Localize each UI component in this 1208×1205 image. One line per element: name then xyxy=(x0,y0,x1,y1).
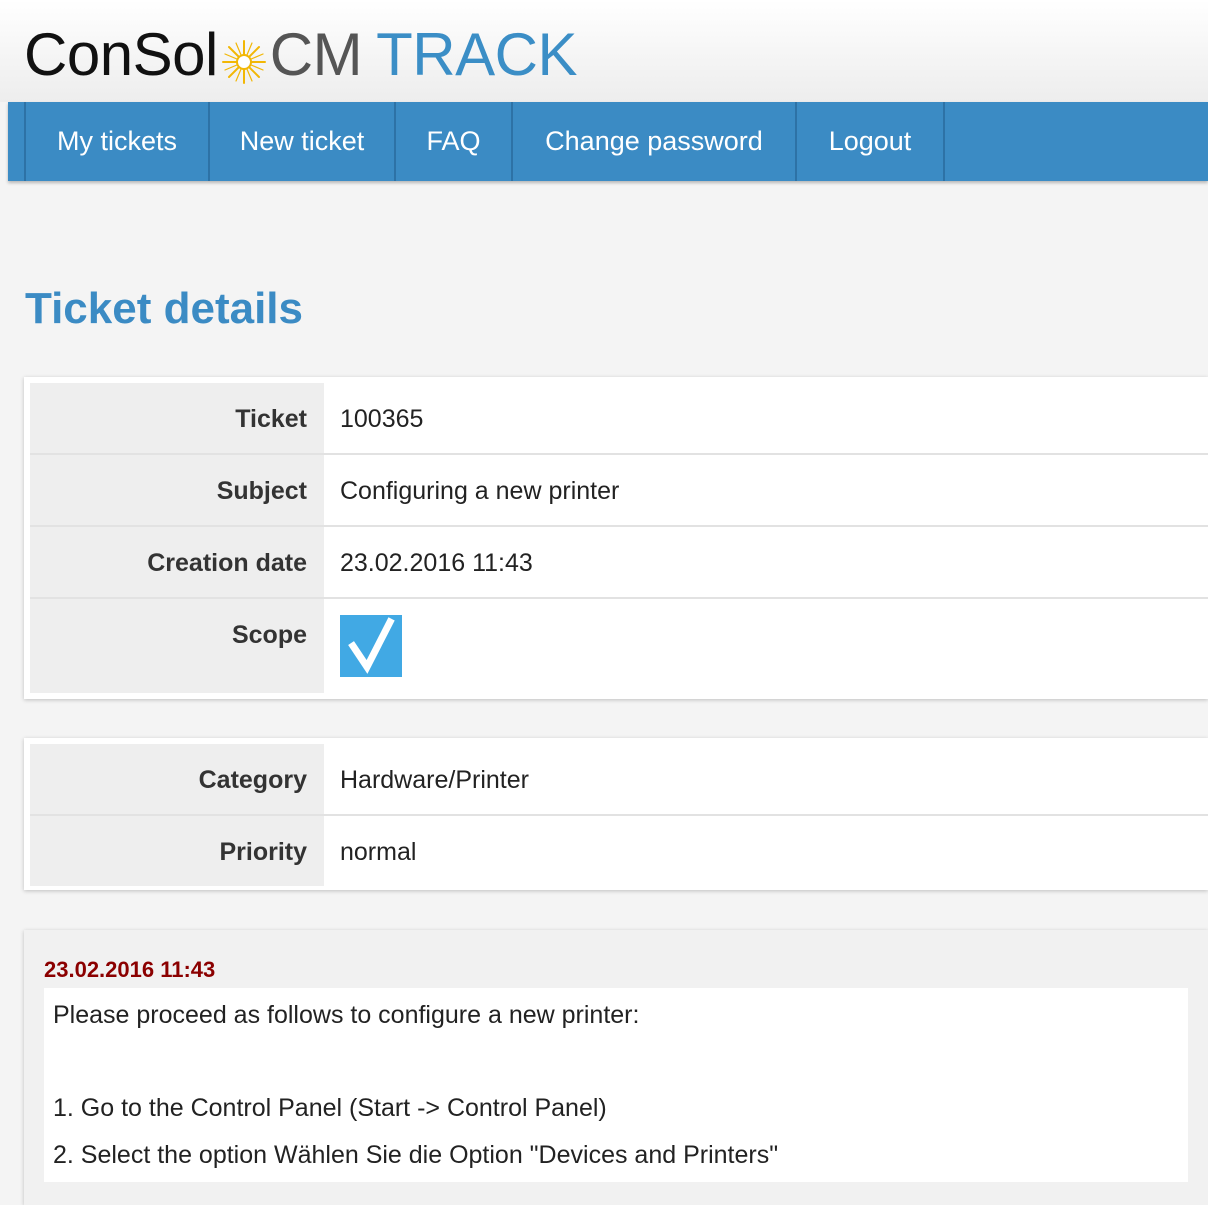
category-label: Category xyxy=(30,744,324,814)
sun-icon xyxy=(220,31,268,84)
classification-panel: Category Hardware/Printer Priority norma… xyxy=(24,738,1208,890)
ticket-details-panel: Ticket 100365 Subject Configuring a new … xyxy=(24,377,1208,699)
detail-row-priority: Priority normal xyxy=(30,816,1208,886)
detail-row-subject: Subject Configuring a new printer xyxy=(30,455,1208,527)
message-line: 1. Go to the Control Panel (Start -> Con… xyxy=(53,1094,607,1122)
message-body: Please proceed as follows to configure a… xyxy=(44,988,1188,1182)
detail-row-category: Category Hardware/Printer xyxy=(30,744,1208,816)
nav-item-change-password[interactable]: Change password xyxy=(513,102,795,181)
priority-label: Priority xyxy=(30,816,324,886)
scope-checkbox[interactable] xyxy=(340,615,402,677)
logo-brand-text: ConSol xyxy=(24,21,218,88)
nav-item-faq[interactable]: FAQ xyxy=(396,102,511,181)
nav-separator xyxy=(943,102,945,181)
detail-row-ticket: Ticket 100365 xyxy=(30,383,1208,455)
message-line: Please proceed as follows to configure a… xyxy=(53,1001,640,1029)
header: ConSol CM TRACK xyxy=(0,0,1208,102)
checkmark-icon xyxy=(348,617,395,674)
ticket-label: Ticket xyxy=(30,383,324,453)
category-value: Hardware/Printer xyxy=(340,766,529,794)
detail-row-scope: Scope xyxy=(30,599,1208,693)
nav-item-my-tickets[interactable]: My tickets xyxy=(26,102,208,181)
priority-value: normal xyxy=(340,838,417,866)
page-title: Ticket details xyxy=(25,284,303,333)
scope-value xyxy=(324,599,1208,693)
logo-module-text: TRACK xyxy=(376,21,577,88)
message-line: 2. Select the option Wählen Sie die Opti… xyxy=(53,1141,779,1169)
detail-row-creation-date: Creation date 23.02.2016 11:43 xyxy=(30,527,1208,599)
nav-item-new-ticket[interactable]: New ticket xyxy=(210,102,394,181)
scope-label: Scope xyxy=(30,599,324,693)
ticket-number: 100365 xyxy=(340,405,424,433)
creation-date-value: 23.02.2016 11:43 xyxy=(340,549,533,577)
main-navigation: My tickets New ticket FAQ Change passwor… xyxy=(8,102,1208,181)
message-panel: 23.02.2016 11:43 Please proceed as follo… xyxy=(24,930,1208,1205)
logo[interactable]: ConSol CM TRACK xyxy=(24,20,577,90)
nav-item-logout[interactable]: Logout xyxy=(797,102,943,181)
message-date: 23.02.2016 11:43 xyxy=(44,957,216,982)
subject-value: Configuring a new printer xyxy=(340,477,620,505)
logo-product-text: CM xyxy=(269,21,363,88)
subject-label: Subject xyxy=(30,455,324,525)
creation-date-label: Creation date xyxy=(30,527,324,597)
